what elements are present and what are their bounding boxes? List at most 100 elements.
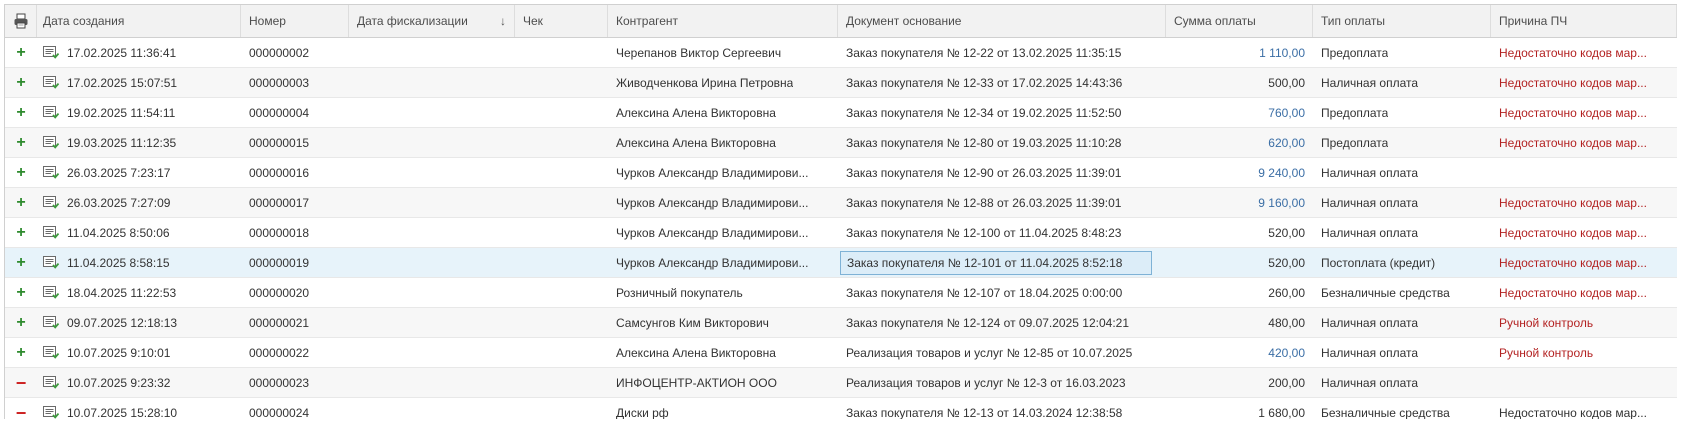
header-print-column[interactable]: [5, 5, 37, 37]
fiscal-date-cell[interactable]: [349, 218, 515, 247]
header-created[interactable]: Дата создания: [37, 5, 241, 37]
amount-cell[interactable]: 1 680,00: [1166, 398, 1313, 420]
header-basis[interactable]: Документ основание: [838, 5, 1166, 37]
fiscal-date-cell[interactable]: [349, 38, 515, 67]
header-amount[interactable]: Сумма оплаты: [1166, 5, 1313, 37]
amount-cell[interactable]: 200,00: [1166, 368, 1313, 397]
basis-cell[interactable]: Заказ покупателя № 12-100 от 11.04.2025 …: [838, 218, 1166, 247]
pay-type-cell[interactable]: Предоплата: [1313, 128, 1491, 157]
table-row[interactable]: +26.03.2025 7:27:09 000000017 Чурков Алекс…: [5, 188, 1677, 218]
number-cell[interactable]: 000000020: [241, 278, 349, 307]
number-cell[interactable]: 000000004: [241, 98, 349, 127]
header-pay-type[interactable]: Тип оплаты: [1313, 5, 1491, 37]
basis-cell[interactable]: Заказ покупателя № 12-33 от 17.02.2025 1…: [838, 68, 1166, 97]
pay-type-cell[interactable]: Наличная оплата: [1313, 188, 1491, 217]
header-receipt[interactable]: Чек: [515, 5, 608, 37]
pay-type-cell[interactable]: Наличная оплата: [1313, 68, 1491, 97]
fiscal-date-cell[interactable]: [349, 188, 515, 217]
reason-cell[interactable]: [1491, 158, 1677, 187]
header-number[interactable]: Номер: [241, 5, 349, 37]
fiscal-date-cell[interactable]: [349, 158, 515, 187]
reason-cell[interactable]: Ручной контроль: [1491, 308, 1677, 337]
amount-cell[interactable]: 9 160,00: [1166, 188, 1313, 217]
payment-amount[interactable]: 420,00: [1268, 346, 1305, 360]
counterparty-cell[interactable]: Чурков Александр Владимирови...: [608, 248, 838, 277]
number-cell[interactable]: 000000017: [241, 188, 349, 217]
reason-cell[interactable]: Ручной контроль: [1491, 338, 1677, 367]
pay-type-cell[interactable]: Наличная оплата: [1313, 338, 1491, 367]
pay-type-cell[interactable]: Предоплата: [1313, 98, 1491, 127]
created-cell[interactable]: 11.04.2025 8:58:15: [37, 248, 241, 277]
created-cell[interactable]: 19.02.2025 11:54:11: [37, 98, 241, 127]
receipt-cell[interactable]: [515, 158, 608, 187]
header-counterparty[interactable]: Контрагент: [608, 5, 838, 37]
table-row[interactable]: +19.02.2025 11:54:11 000000004 Алексина Ал…: [5, 98, 1677, 128]
receipt-cell[interactable]: [515, 68, 608, 97]
created-cell[interactable]: 18.04.2025 11:22:53: [37, 278, 241, 307]
counterparty-cell[interactable]: Алексина Алена Викторовна: [608, 128, 838, 157]
created-cell[interactable]: 17.02.2025 15:07:51: [37, 68, 241, 97]
counterparty-cell[interactable]: Чурков Александр Владимирови...: [608, 188, 838, 217]
basis-cell[interactable]: Реализация товаров и услуг № 12-3 от 16.…: [838, 368, 1166, 397]
reason-cell[interactable]: Недостаточно кодов мар...: [1491, 38, 1677, 67]
number-cell[interactable]: 000000002: [241, 38, 349, 67]
pay-type-cell[interactable]: Безналичные средства: [1313, 398, 1491, 420]
created-cell[interactable]: 11.04.2025 8:50:06: [37, 218, 241, 247]
receipt-cell[interactable]: [515, 368, 608, 397]
table-row[interactable]: +11.04.2025 8:58:15 000000019 Чурков Алекс…: [5, 248, 1677, 278]
reason-cell[interactable]: Недостаточно кодов мар...: [1491, 68, 1677, 97]
amount-cell[interactable]: 9 240,00: [1166, 158, 1313, 187]
number-cell[interactable]: 000000015: [241, 128, 349, 157]
receipt-cell[interactable]: [515, 188, 608, 217]
header-reason[interactable]: Причина ПЧ: [1491, 5, 1677, 37]
created-cell[interactable]: 17.02.2025 11:36:41: [37, 38, 241, 67]
reason-cell[interactable]: Недостаточно кодов мар...: [1491, 188, 1677, 217]
number-cell[interactable]: 000000023: [241, 368, 349, 397]
created-cell[interactable]: 10.07.2025 9:10:01: [37, 338, 241, 367]
fiscal-date-cell[interactable]: [349, 68, 515, 97]
number-cell[interactable]: 000000016: [241, 158, 349, 187]
payment-amount[interactable]: 760,00: [1268, 106, 1305, 120]
basis-cell[interactable]: Заказ покупателя № 12-101 от 11.04.2025 …: [838, 248, 1166, 277]
counterparty-cell[interactable]: Черепанов Виктор Сергеевич: [608, 38, 838, 67]
basis-cell[interactable]: Заказ покупателя № 12-13 от 14.03.2024 1…: [838, 398, 1166, 420]
payment-amount[interactable]: 9 240,00: [1258, 166, 1305, 180]
fiscal-date-cell[interactable]: [349, 98, 515, 127]
fiscal-date-cell[interactable]: [349, 128, 515, 157]
fiscal-date-cell[interactable]: [349, 278, 515, 307]
counterparty-cell[interactable]: Живодченкова Ирина Петровна: [608, 68, 838, 97]
amount-cell[interactable]: 1 110,00: [1166, 38, 1313, 67]
receipt-cell[interactable]: [515, 278, 608, 307]
pay-type-cell[interactable]: Безналичные средства: [1313, 278, 1491, 307]
table-row[interactable]: +10.07.2025 9:10:01 000000022 Алексина Але…: [5, 338, 1677, 368]
amount-cell[interactable]: 520,00: [1166, 248, 1313, 277]
receipt-cell[interactable]: [515, 38, 608, 67]
created-cell[interactable]: 26.03.2025 7:23:17: [37, 158, 241, 187]
amount-cell[interactable]: 520,00: [1166, 218, 1313, 247]
pay-type-cell[interactable]: Предоплата: [1313, 38, 1491, 67]
pay-type-cell[interactable]: Наличная оплата: [1313, 158, 1491, 187]
reason-cell[interactable]: Недостаточно кодов мар...: [1491, 248, 1677, 277]
number-cell[interactable]: 000000018: [241, 218, 349, 247]
receipt-cell[interactable]: [515, 308, 608, 337]
counterparty-cell[interactable]: Диски рф: [608, 398, 838, 420]
receipt-cell[interactable]: [515, 248, 608, 277]
receipt-cell[interactable]: [515, 338, 608, 367]
number-cell[interactable]: 000000022: [241, 338, 349, 367]
amount-cell[interactable]: 620,00: [1166, 128, 1313, 157]
reason-cell[interactable]: Недостаточно кодов мар...: [1491, 218, 1677, 247]
table-row[interactable]: − 10.07.2025 15:28:10 000000024 Диски рф Зак…: [5, 398, 1677, 420]
table-row[interactable]: +19.03.2025 11:12:35 000000015 Алексина Ал…: [5, 128, 1677, 158]
amount-cell[interactable]: 760,00: [1166, 98, 1313, 127]
basis-cell[interactable]: Заказ покупателя № 12-22 от 13.02.2025 1…: [838, 38, 1166, 67]
counterparty-cell[interactable]: Розничный покупатель: [608, 278, 838, 307]
pay-type-cell[interactable]: Наличная оплата: [1313, 218, 1491, 247]
current-cell[interactable]: Заказ покупателя № 12-101 от 11.04.2025 …: [840, 250, 1152, 275]
table-row[interactable]: +11.04.2025 8:50:06 000000018 Чурков Алекс…: [5, 218, 1677, 248]
reason-cell[interactable]: Недостаточно кодов мар...: [1491, 278, 1677, 307]
counterparty-cell[interactable]: Чурков Александр Владимирови...: [608, 158, 838, 187]
table-row[interactable]: − 10.07.2025 9:23:32 000000023 ИНФОЦЕНТР-АК…: [5, 368, 1677, 398]
table-row[interactable]: +18.04.2025 11:22:53 000000020 Розничный п…: [5, 278, 1677, 308]
counterparty-cell[interactable]: Чурков Александр Владимирови...: [608, 218, 838, 247]
payment-amount[interactable]: 9 160,00: [1258, 196, 1305, 210]
